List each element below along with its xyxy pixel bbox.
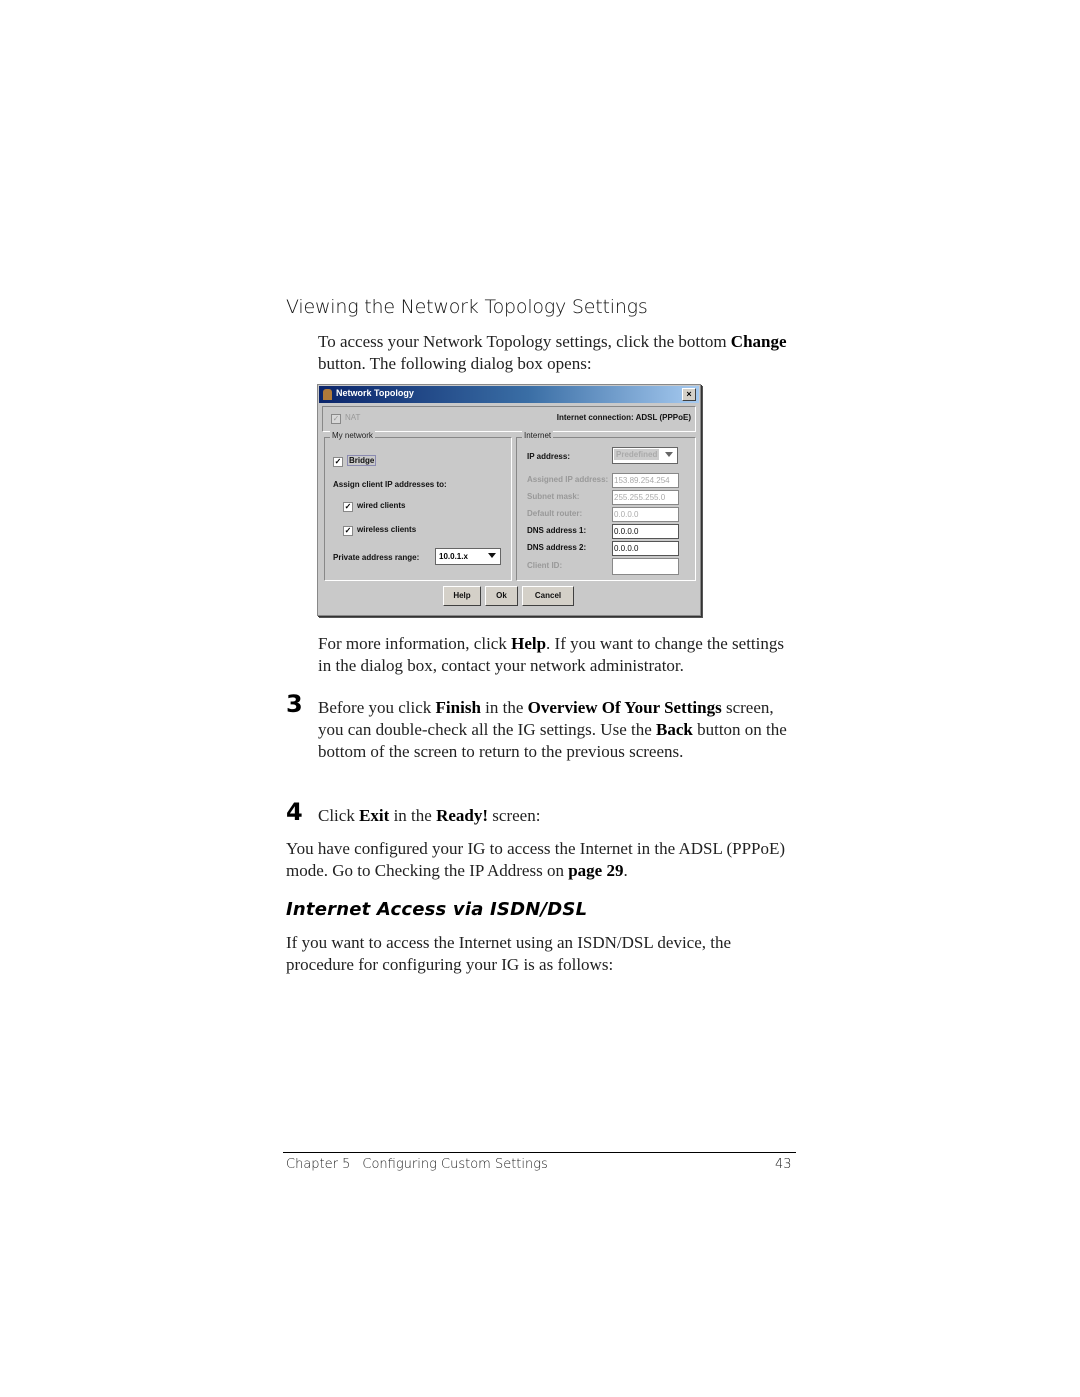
internet-connection-label: Internet connection: ADSL (PPPoE) [556,413,691,422]
ok-button[interactable]: Ok [485,586,518,606]
step-4-text: Click Exit in the Ready! screen: [318,806,541,825]
bridge-checkbox[interactable]: ✓ Bridge [333,455,377,467]
dropdown-arrow-icon [488,553,496,558]
dns2-label: DNS address 2: [527,543,587,552]
internet-legend: Internet [522,431,554,440]
step-number-4: 4 [286,798,303,826]
client-id-label: Client ID: [527,561,563,570]
wired-clients-checkbox[interactable]: ✓ wired clients [343,501,405,512]
isdn-paragraph: If you want to access the Internet using… [286,933,732,974]
configured-paragraph: You have configured your IG to access th… [286,839,786,880]
checkmark-icon: ✓ [331,414,341,424]
client-id-field[interactable] [612,558,679,575]
cancel-button[interactable]: Cancel [522,586,574,606]
isdn-heading: Internet Access via ISDN/DSL [286,899,588,920]
my-network-group: My network ✓ Bridge Assign client IP addr… [324,431,512,581]
checkmark-icon: ✓ [343,502,353,512]
more-info-paragraph: For more information, click Help. If you… [318,634,784,675]
range-label: Private address range: [333,553,420,562]
footer-chapter: Chapter 5 Configuring Custom Settings [286,1157,548,1172]
assigned-ip-field[interactable]: 153.89.254.254 [612,473,679,488]
ip-address-label: IP address: [527,452,570,461]
assigned-ip-label: Assigned IP address: [527,475,609,484]
dialog-titlebar: Network Topology × [319,386,699,403]
close-icon[interactable]: × [682,388,696,401]
my-network-legend: My network [330,431,375,440]
assign-label: Assign client IP addresses to: [333,480,447,489]
network-topology-dialog: Network Topology × ✓ NAT Internet connect… [317,384,701,616]
help-button[interactable]: Help [443,586,481,606]
default-router-field[interactable]: 0.0.0.0 [612,507,679,522]
app-icon [323,389,332,400]
default-router-label: Default router: [527,509,583,518]
internet-group: Internet IP address: Predefined Assigned… [516,431,696,581]
step-3-text: Before you click Finish in the Overview … [318,698,787,761]
dns1-label: DNS address 1: [527,526,587,535]
checkmark-icon: ✓ [343,526,353,536]
checkmark-icon: ✓ [333,457,343,467]
dialog-top-panel: ✓ NAT Internet connection: ADSL (PPPoE) [322,406,696,432]
change-term: Change [730,332,787,351]
private-range-select[interactable]: 10.0.1.x [435,548,501,565]
page-number: 43 [775,1157,792,1172]
dns1-field[interactable]: 0.0.0.0 [612,524,679,539]
footer-divider [283,1152,796,1153]
intro-paragraph: To access your Network Topology settings… [318,332,787,373]
dialog-title: Network Topology [336,388,414,398]
subnet-mask-field[interactable]: 255.255.255.0 [612,490,679,505]
ip-address-select[interactable]: Predefined [612,447,678,464]
step-number-3: 3 [286,690,303,718]
nat-checkbox[interactable]: ✓ NAT [331,413,360,424]
dns2-field[interactable]: 0.0.0.0 [612,541,679,556]
dropdown-arrow-icon [665,452,673,457]
wireless-clients-checkbox[interactable]: ✓ wireless clients [343,525,416,536]
page-reference: page 29 [568,861,624,880]
section-heading: Viewing the Network Topology Settings [286,296,648,318]
subnet-mask-label: Subnet mask: [527,492,580,501]
